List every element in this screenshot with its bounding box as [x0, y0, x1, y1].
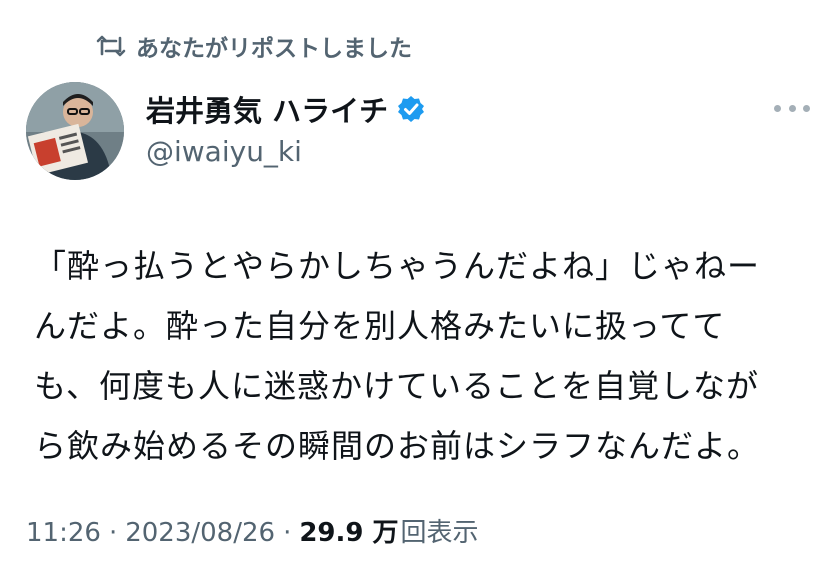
- more-dot-icon: [774, 104, 781, 112]
- tweet-line: も、何度も人に迷惑かけていることを自覚しなが: [34, 367, 760, 405]
- tweet-line: ら飲み始めるその瞬間のお前はシラフなんだよ。: [34, 427, 761, 465]
- verified-badge-icon: [396, 94, 426, 124]
- views-label: 回表示: [400, 518, 479, 548]
- tweet-line: 「酔っ払うとやらかしちゃうんだよね」じゃねー: [34, 247, 761, 285]
- meta-separator: ·: [283, 518, 292, 548]
- more-dot-icon: [788, 104, 796, 112]
- display-name[interactable]: 岩井勇気 ハライチ: [146, 88, 388, 130]
- tweet-time[interactable]: 11:26: [26, 518, 101, 548]
- tweet-line: んだよ。酔った自分を別人格みたいに扱ってて: [34, 307, 726, 345]
- tweet-meta: 11:26 · 2023/08/26 · 29.9 万 回表示: [26, 512, 479, 549]
- more-dot-icon: [803, 104, 810, 112]
- avatar[interactable]: [26, 82, 124, 180]
- meta-separator: ·: [108, 518, 118, 548]
- views-count: 29.9 万: [299, 518, 399, 548]
- repost-label: あなたがリポストしました: [136, 36, 412, 62]
- repost-indicator[interactable]: あなたがリポストしました: [96, 26, 412, 66]
- author-name-row[interactable]: 岩井勇気 ハライチ: [146, 88, 426, 130]
- repost-icon: [96, 34, 126, 58]
- author-handle[interactable]: @iwaiyu_ki: [146, 135, 302, 168]
- more-options-button[interactable]: [774, 96, 810, 120]
- tweet-body: 「酔っ払うとやらかしちゃうんだよね」じゃねー んだよ。酔った自分を別人格みたいに…: [34, 236, 824, 476]
- tweet-date[interactable]: 2023/08/26: [125, 518, 275, 548]
